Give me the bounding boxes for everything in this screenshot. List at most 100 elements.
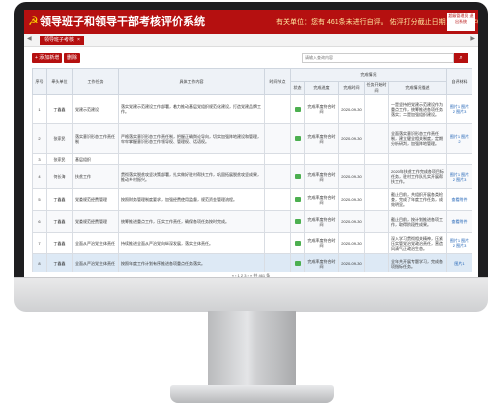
cell-done-time bbox=[338, 153, 365, 165]
monitor-stand-base bbox=[170, 385, 334, 403]
cell-node bbox=[264, 253, 291, 272]
cell-unit: 丁鑫鑫 bbox=[46, 232, 73, 254]
cell-material[interactable]: 图片1 图片2 图片3 bbox=[446, 232, 472, 254]
table-row[interactable]: 1 丁鑫鑫 党建示范建设 落实党建示范建设工作部署，着力推动基层党组织规范化建设… bbox=[32, 94, 472, 124]
cell-node bbox=[264, 232, 291, 254]
table-header-row-1: 序号 牵头单位 工作任务 具体工作内容 时间节点 完成情况 自评材料 bbox=[32, 68, 472, 95]
delete-button[interactable]: 删除 bbox=[64, 53, 81, 63]
table-row[interactable]: 5 丁鑫鑫 党委规范经费管理 按照财务管理制度要求，加强经费使用监督，规范资金管… bbox=[32, 188, 472, 211]
cell-node bbox=[264, 210, 291, 233]
status-dot-icon bbox=[294, 136, 301, 142]
close-icon[interactable]: × bbox=[77, 37, 80, 43]
cell-content: 严格落实意识形态工作责任制，把握正确舆论导向，切实加强阵地建设和管理，牢牢掌握意… bbox=[118, 123, 265, 154]
cell-start bbox=[364, 94, 389, 124]
cell-task: 扶贫工作 bbox=[72, 164, 119, 189]
user-box[interactable]: 超级管理员 退出系统 bbox=[447, 13, 475, 31]
table-row-selected[interactable]: 8 丁鑫鑫 全面从严治党主体责任 按照年度工作计划有序推进各项重点任务落实。 完… bbox=[32, 253, 472, 272]
add-button[interactable]: + 添加新增 bbox=[32, 53, 63, 63]
col-header: 序号 bbox=[32, 68, 47, 95]
cell-content: 持续推进全面从严治党向纵深发展，落实主体责任。 bbox=[118, 232, 265, 254]
col-header: 完成情况描述 bbox=[387, 81, 448, 95]
table-row[interactable]: 6 丁鑫鑫 党委规范经费管理 统筹推进重点工作，压实工作责任，确保各项任务按时完… bbox=[32, 210, 472, 233]
col-header: 自评材料 bbox=[446, 68, 472, 95]
cell-task: 党委规范经费管理 bbox=[72, 210, 119, 233]
data-table: 序号 牵头单位 工作任务 具体工作内容 时间节点 完成情况 自评材料 状态 完成… bbox=[32, 68, 472, 272]
cell-progress bbox=[304, 153, 339, 165]
cell-desc: 截止目前，按计划推进各项工作，取得阶段性成果。 bbox=[387, 210, 448, 233]
cell-start bbox=[364, 253, 389, 272]
cell-start bbox=[364, 232, 389, 254]
cell-material[interactable]: 查看附件 bbox=[446, 210, 472, 233]
table-row[interactable]: 7 丁鑫鑫 全面从严治党主体责任 持续推进全面从严治党向纵深发展，落实主体责任。… bbox=[32, 232, 472, 254]
cell-start bbox=[364, 164, 389, 189]
tab-leadership-review[interactable]: 领导班子考核 × bbox=[40, 36, 84, 45]
cell-no: 4 bbox=[32, 164, 47, 189]
table-row[interactable]: 3 张家民 基层组织 bbox=[32, 153, 472, 165]
monitor-stand-neck bbox=[208, 311, 296, 389]
cell-start bbox=[364, 153, 389, 165]
cell-status bbox=[290, 153, 305, 165]
data-table-container: 序号 牵头单位 工作任务 具体工作内容 时间节点 完成情况 自评材料 状态 完成… bbox=[32, 68, 472, 272]
cell-status bbox=[290, 94, 305, 124]
cell-content: 按照财务管理制度要求，加强经费使用监督，规范资金管理流程。 bbox=[118, 188, 265, 211]
cell-task: 全面从严治党主体责任 bbox=[72, 232, 119, 254]
status-dot-icon bbox=[294, 174, 301, 180]
status-dot-icon bbox=[294, 261, 301, 267]
cell-progress: 完成率度符合时间 bbox=[304, 94, 339, 124]
cell-node bbox=[264, 164, 291, 189]
cell-done-time: 2020-09-30 bbox=[338, 123, 365, 154]
cell-no: 6 bbox=[32, 210, 47, 233]
cell-desc: 全面落实意识形态工作责任制，建立健全相关制度，定期分析研判，加强阵地管理。 bbox=[387, 123, 448, 154]
cell-progress: 完成率度符合时间 bbox=[304, 188, 339, 211]
party-emblem-icon: ☭ bbox=[28, 14, 39, 28]
search-icon[interactable]: ⌕ bbox=[454, 53, 468, 63]
cell-status bbox=[290, 232, 305, 254]
cell-desc: 全年共开展专题学习，完成各项指标任务。 bbox=[387, 253, 448, 272]
cell-unit: 丁鑫鑫 bbox=[46, 253, 73, 272]
tab-scroll-left-icon[interactable]: ◀ bbox=[27, 35, 32, 42]
cell-task: 党委规范经费管理 bbox=[72, 188, 119, 211]
cell-node bbox=[264, 153, 291, 165]
table-row[interactable]: 2 张家民 落实意识形态工作责任制 严格落实意识形态工作责任制，把握正确舆论导向… bbox=[32, 123, 472, 154]
col-header: 完成时间 bbox=[338, 81, 365, 95]
cell-material[interactable]: 图片1 图片2 图片3 bbox=[446, 164, 472, 189]
tab-bar: ◀ 领导班子考核 × ▶ bbox=[24, 34, 478, 47]
status-dot-icon bbox=[294, 240, 301, 246]
cell-done-time: 2020-09-30 bbox=[338, 253, 365, 272]
cell-no: 2 bbox=[32, 123, 47, 154]
cell-no: 3 bbox=[32, 153, 47, 165]
cell-done-time: 2020-09-30 bbox=[338, 164, 365, 189]
status-dot-icon bbox=[294, 219, 301, 225]
tab-scroll-right-icon[interactable]: ▶ bbox=[470, 35, 475, 42]
col-header: 牵头单位 bbox=[46, 68, 73, 95]
cell-task: 基层组织 bbox=[72, 153, 119, 165]
cell-task: 全面从严治党主体责任 bbox=[72, 253, 119, 272]
cell-done-time: 2020-09-30 bbox=[338, 94, 365, 124]
cell-progress: 完成率度符合时间 bbox=[304, 232, 339, 254]
cell-material[interactable]: 图片1 图片2 bbox=[446, 123, 472, 154]
search-input[interactable] bbox=[302, 53, 454, 63]
col-header: 时间节点 bbox=[264, 68, 291, 95]
cell-done-time: 2020-09-30 bbox=[338, 210, 365, 233]
cell-no: 8 bbox=[32, 253, 47, 272]
group-header: 完成情况 bbox=[289, 68, 448, 82]
cell-progress: 完成率度符合时间 bbox=[304, 123, 339, 154]
cell-content: 落实党建示范建设工作部署，着力推动基层党组织规范化建设，打造党建品牌工作。 bbox=[118, 94, 265, 124]
cell-done-time: 2020-09-30 bbox=[338, 232, 365, 254]
cell-no: 1 bbox=[32, 94, 47, 124]
cell-node bbox=[264, 94, 291, 124]
cell-unit: 丁鑫鑫 bbox=[46, 188, 73, 211]
cell-material[interactable]: 图片1 bbox=[446, 253, 472, 272]
cell-material[interactable]: 图片1 图片2 图片3 bbox=[446, 94, 472, 124]
cell-desc: 2020年扶贫工作完成各项目标任务，驻村工作队扎实开展帮扶工作。 bbox=[387, 164, 448, 189]
cell-progress: 完成率度符合时间 bbox=[304, 210, 339, 233]
cell-content bbox=[118, 153, 265, 165]
cell-material[interactable] bbox=[446, 153, 472, 165]
cell-start bbox=[364, 210, 389, 233]
cell-done-time: 2020-09-30 bbox=[338, 188, 365, 211]
status-dot-icon bbox=[294, 197, 301, 203]
cell-node bbox=[264, 123, 291, 154]
cell-material[interactable]: 查看附件 bbox=[446, 188, 472, 211]
tab-label: 领导班子考核 bbox=[44, 37, 75, 43]
table-row[interactable]: 4 何长海 扶贫工作 贯彻落实脱贫攻坚决策部署，扎实做好驻村帮扶工作，巩固拓展脱… bbox=[32, 164, 472, 189]
